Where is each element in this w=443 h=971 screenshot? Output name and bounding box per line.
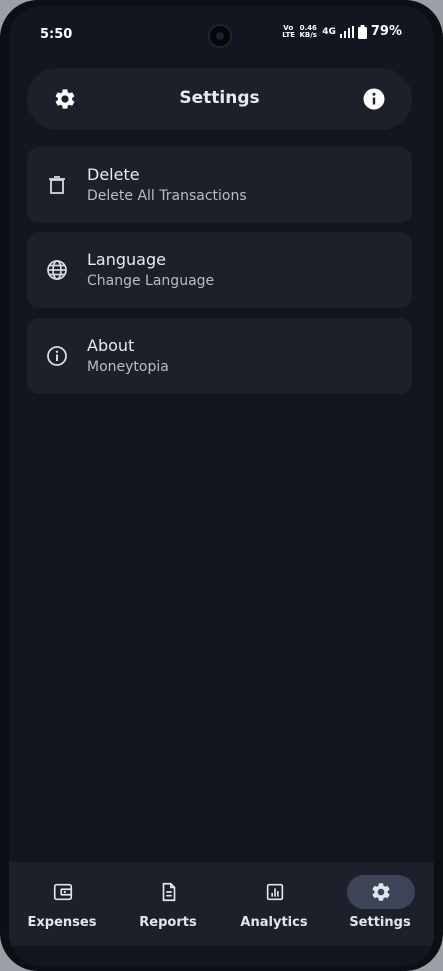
settings-item-delete[interactable]: Delete Delete All Transactions [27, 147, 412, 223]
nav-expenses[interactable]: Expenses [9, 862, 115, 946]
gear-icon [372, 883, 390, 901]
status-bar: 5:50 Vo LTE 0.46 KB/s 4G 79% [9, 6, 434, 62]
nav-settings[interactable]: Settings [327, 862, 433, 946]
status-icons: Vo LTE 0.46 KB/s 4G 79% [282, 24, 402, 39]
network-type: 4G [322, 26, 336, 37]
settings-item-subtitle: Change Language [87, 273, 215, 289]
nav-label: Expenses [27, 915, 97, 930]
trash-icon [49, 176, 65, 194]
top-app-bar: Settings [27, 68, 412, 130]
wallet-icon [53, 883, 73, 901]
analytics-icon [266, 883, 284, 901]
phone-frame: 5:50 Vo LTE 0.46 KB/s 4G 79% Settings De… [0, 0, 443, 971]
settings-item-subtitle: Moneytopia [87, 359, 169, 375]
app-screen: 5:50 Vo LTE 0.46 KB/s 4G 79% Settings De… [9, 6, 434, 966]
info-outline-icon [47, 346, 67, 366]
signal-icon [339, 25, 354, 38]
page-title: Settings [179, 88, 260, 108]
settings-item-label: Delete [87, 165, 140, 184]
settings-item-language[interactable]: Language Change Language [27, 232, 412, 308]
nav-label: Reports [139, 915, 197, 930]
settings-item-subtitle: Delete All Transactions [87, 188, 247, 204]
settings-item-label: About [87, 336, 135, 355]
front-camera [208, 24, 232, 48]
globe-icon [47, 260, 67, 280]
document-icon [162, 882, 176, 902]
settings-item-label: Language [87, 250, 166, 269]
battery-icon [357, 24, 367, 39]
nav-reports[interactable]: Reports [115, 862, 221, 946]
network-speed: 0.46 KB/s [299, 23, 317, 39]
settings-item-about[interactable]: About Moneytopia [27, 318, 412, 394]
battery-percent: 79% [370, 24, 402, 39]
volte-indicator: Vo LTE [282, 23, 296, 39]
nav-label: Settings [349, 915, 411, 930]
info-icon[interactable] [362, 87, 386, 111]
status-time: 5:50 [40, 27, 73, 42]
nav-analytics[interactable]: Analytics [221, 862, 327, 946]
nav-label: Analytics [240, 915, 308, 930]
bottom-navigation: Expenses Reports Analytics Settings [9, 862, 434, 946]
